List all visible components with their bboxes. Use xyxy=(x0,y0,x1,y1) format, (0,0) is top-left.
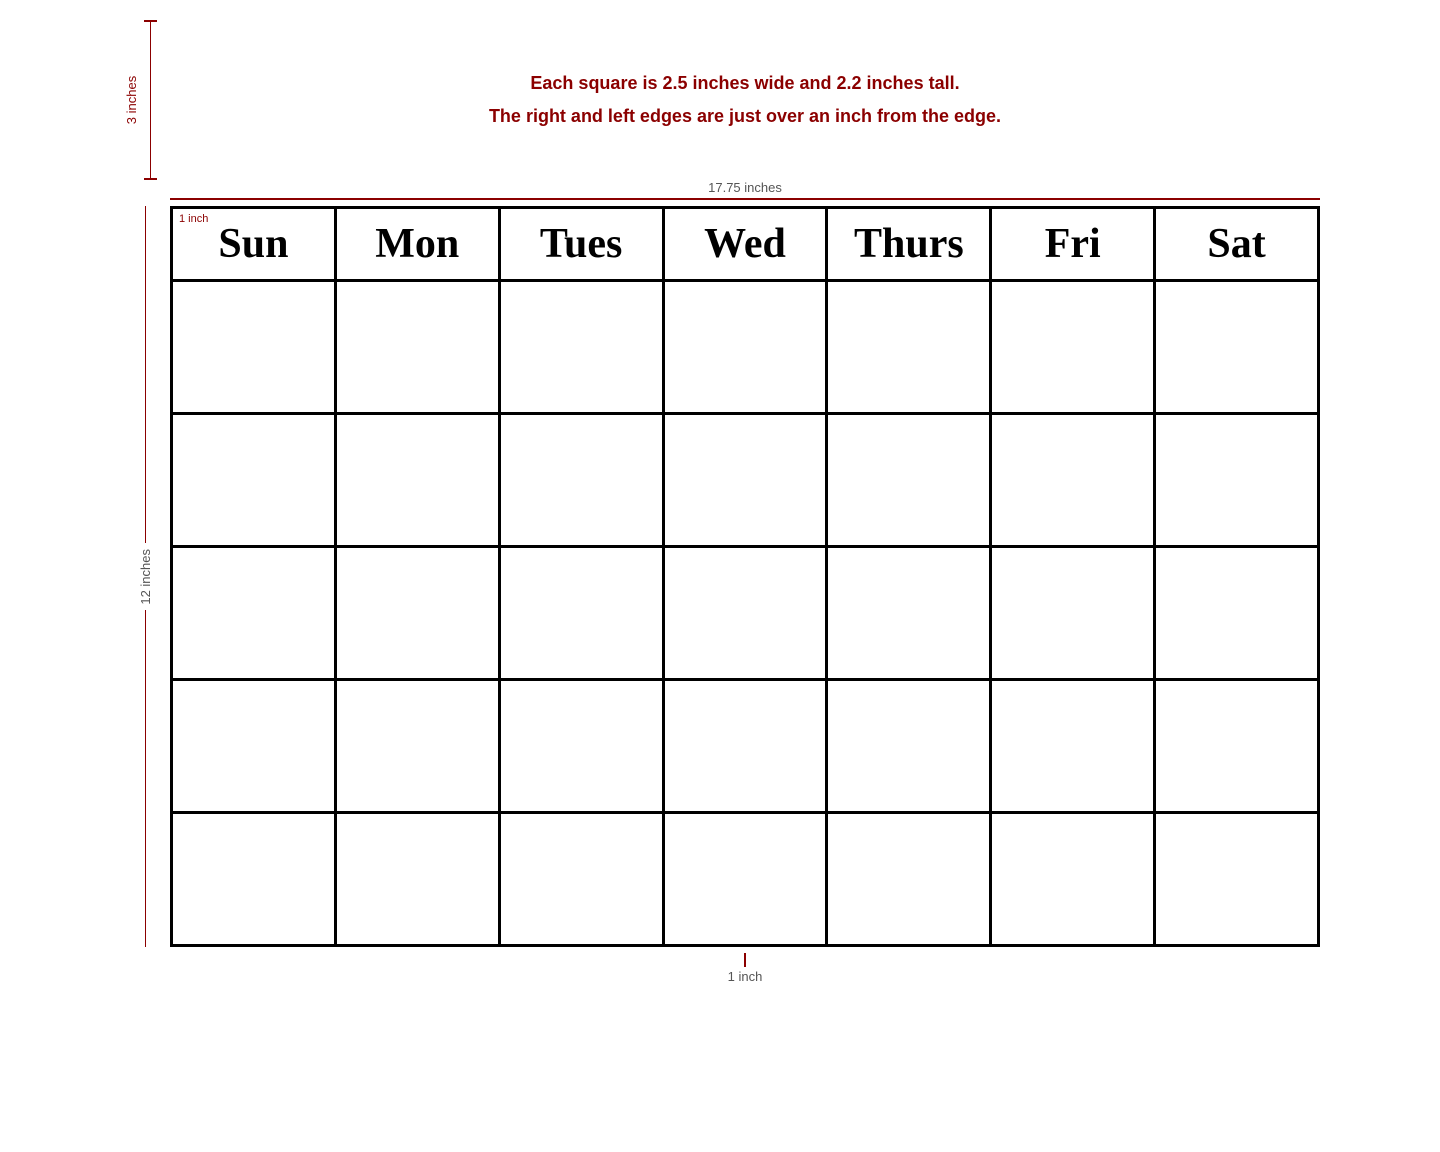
cell-3-3 xyxy=(501,548,665,678)
cell-1-1 xyxy=(173,282,337,412)
calendar-row-2 xyxy=(173,415,1317,548)
cell-2-6 xyxy=(992,415,1156,545)
width-line xyxy=(170,198,1320,200)
cell-1-4 xyxy=(665,282,829,412)
header-cell-wed: Wed xyxy=(665,209,829,279)
cell-2-1 xyxy=(173,415,337,545)
height-annotation: 12 inches xyxy=(120,206,170,947)
three-inch-label: 3 inches xyxy=(124,76,139,124)
cell-4-1 xyxy=(173,681,337,811)
cell-4-4 xyxy=(665,681,829,811)
day-label-wed: Wed xyxy=(704,220,786,268)
cell-1-6 xyxy=(992,282,1156,412)
header-cell-mon: Mon xyxy=(337,209,501,279)
header-cell-tues: Tues xyxy=(501,209,665,279)
header-cell-thurs: Thurs xyxy=(828,209,992,279)
cell-2-7 xyxy=(1156,415,1317,545)
day-label-thurs: Thurs xyxy=(854,220,964,268)
cell-4-3 xyxy=(501,681,665,811)
cell-5-6 xyxy=(992,814,1156,944)
cell-4-5 xyxy=(828,681,992,811)
calendar-grid: 1 inch Sun Mon Tues Wed Thurs Fri xyxy=(170,206,1320,947)
cell-3-1 xyxy=(173,548,337,678)
cell-5-7 xyxy=(1156,814,1317,944)
cell-1-2 xyxy=(337,282,501,412)
calendar-rows xyxy=(173,282,1317,944)
bottom-tick xyxy=(744,953,746,967)
cell-2-5 xyxy=(828,415,992,545)
calendar-row-3 xyxy=(173,548,1317,681)
three-inch-annotation: 3 inches xyxy=(120,20,170,180)
calendar-row-4 xyxy=(173,681,1317,814)
top-corner-area: 3 inches Each square is 2.5 inches wide … xyxy=(120,20,1320,180)
cell-5-3 xyxy=(501,814,665,944)
cell-2-4 xyxy=(665,415,829,545)
day-label-sun: Sun xyxy=(218,220,288,268)
cell-5-4 xyxy=(665,814,829,944)
cell-5-2 xyxy=(337,814,501,944)
cell-3-2 xyxy=(337,548,501,678)
day-label-fri: Fri xyxy=(1045,220,1101,268)
cell-3-7 xyxy=(1156,548,1317,678)
cell-4-6 xyxy=(992,681,1156,811)
corner-inch-label: 1 inch xyxy=(179,213,208,225)
bottom-tick xyxy=(144,178,157,180)
calendar-row-1 xyxy=(173,282,1317,415)
cell-4-7 xyxy=(1156,681,1317,811)
header-cell-sun: 1 inch Sun xyxy=(173,209,337,279)
top-text-block: Each square is 2.5 inches wide and 2.2 i… xyxy=(170,20,1320,180)
cell-5-1 xyxy=(173,814,337,944)
cell-3-6 xyxy=(992,548,1156,678)
dimension-text-2: The right and left edges are just over a… xyxy=(489,106,1001,127)
cell-3-5 xyxy=(828,548,992,678)
bottom-annotation: 1 inch xyxy=(728,953,763,984)
cell-2-3 xyxy=(501,415,665,545)
day-label-sat: Sat xyxy=(1207,220,1265,268)
cell-1-5 xyxy=(828,282,992,412)
cell-4-2 xyxy=(337,681,501,811)
header-cell-fri: Fri xyxy=(992,209,1156,279)
day-label-tues: Tues xyxy=(540,220,623,268)
width-label: 17.75 inches xyxy=(708,180,782,195)
calendar-area: 12 inches 1 inch Sun Mon Tues Wed xyxy=(120,206,1320,947)
calendar-header-row: 1 inch Sun Mon Tues Wed Thurs Fri xyxy=(173,209,1317,282)
bottom-inch-label: 1 inch xyxy=(728,969,763,984)
cell-1-3 xyxy=(501,282,665,412)
page-wrapper: 3 inches Each square is 2.5 inches wide … xyxy=(120,20,1320,984)
top-tick xyxy=(144,20,157,22)
width-annotation: 17.75 inches xyxy=(170,180,1320,200)
day-label-mon: Mon xyxy=(375,220,459,268)
cell-5-5 xyxy=(828,814,992,944)
cell-2-2 xyxy=(337,415,501,545)
calendar-row-5 xyxy=(173,814,1317,944)
cell-1-7 xyxy=(1156,282,1317,412)
header-cell-sat: Sat xyxy=(1156,209,1317,279)
height-label: 12 inches xyxy=(138,549,153,605)
v-line-3inch xyxy=(150,20,151,180)
cell-3-4 xyxy=(665,548,829,678)
dimension-text-1: Each square is 2.5 inches wide and 2.2 i… xyxy=(530,73,959,94)
